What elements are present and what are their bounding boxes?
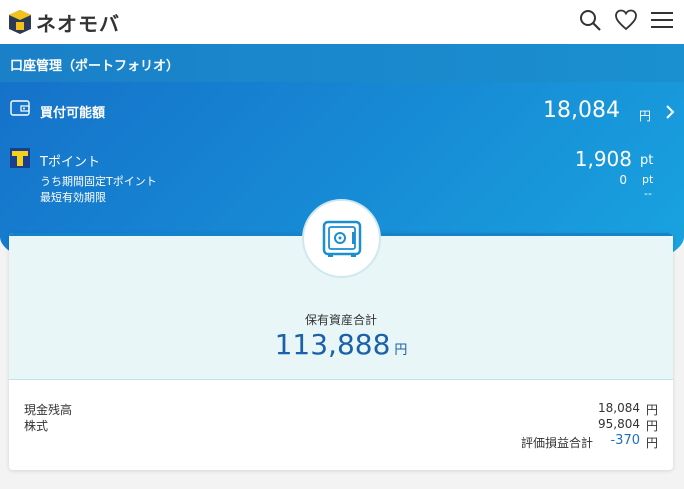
tpoint-value: 1,908 bbox=[574, 147, 632, 171]
stocks-label: 株式 bbox=[24, 419, 49, 433]
total-assets-value: 113,888 bbox=[274, 328, 391, 361]
limited-tpoint-value: 0 bbox=[619, 173, 627, 187]
search-icon[interactable] bbox=[578, 8, 602, 32]
buying-power-value: 18,084 bbox=[543, 98, 620, 123]
chevron-right-icon bbox=[666, 105, 675, 119]
logo-text: ネオモバ bbox=[36, 11, 120, 36]
safe-icon-badge bbox=[302, 199, 381, 278]
app-header: ネオモバ bbox=[0, 0, 684, 44]
buying-power-unit: 円 bbox=[639, 109, 652, 123]
limited-tpoint-label: うち期間固定Tポイント bbox=[40, 175, 157, 188]
menu-icon[interactable] bbox=[650, 8, 674, 32]
page-title: 口座管理（ポートフォリオ） bbox=[10, 59, 180, 74]
wallet-icon bbox=[10, 100, 30, 116]
stocks-value: 95,804 bbox=[598, 417, 640, 431]
unrealized-pl-value: -370 bbox=[610, 433, 640, 448]
logo-mark-icon bbox=[9, 10, 31, 34]
tpoint-logo-icon bbox=[10, 148, 30, 168]
tpoint-label: Tポイント bbox=[40, 155, 100, 170]
total-assets-unit: 円 bbox=[394, 343, 408, 358]
page-title-bar: 口座管理（ポートフォリオ） bbox=[0, 44, 684, 82]
stocks-unit: 円 bbox=[645, 419, 658, 433]
buying-power-row[interactable]: 買付可能額 18,084 円 bbox=[0, 82, 684, 138]
safe-icon bbox=[322, 220, 361, 257]
limited-tpoint-unit: pt bbox=[642, 173, 654, 186]
expiry-label: 最短有効期限 bbox=[40, 191, 106, 204]
total-assets-label: 保有資産合計 bbox=[304, 313, 377, 327]
buying-power-label: 買付可能額 bbox=[40, 106, 106, 121]
cash-balance-value: 18,084 bbox=[598, 401, 640, 415]
unrealized-pl-unit: 円 bbox=[645, 436, 658, 450]
cash-balance-label: 現金残高 bbox=[24, 403, 73, 417]
cash-balance-unit: 円 bbox=[645, 403, 658, 417]
neomoba-logo[interactable]: ネオモバ bbox=[8, 8, 120, 37]
unrealized-pl-label: 評価損益合計 bbox=[520, 436, 593, 450]
tpoint-unit: pt bbox=[640, 153, 654, 168]
heart-icon[interactable] bbox=[614, 8, 638, 32]
expiry-value: -- bbox=[644, 187, 652, 200]
